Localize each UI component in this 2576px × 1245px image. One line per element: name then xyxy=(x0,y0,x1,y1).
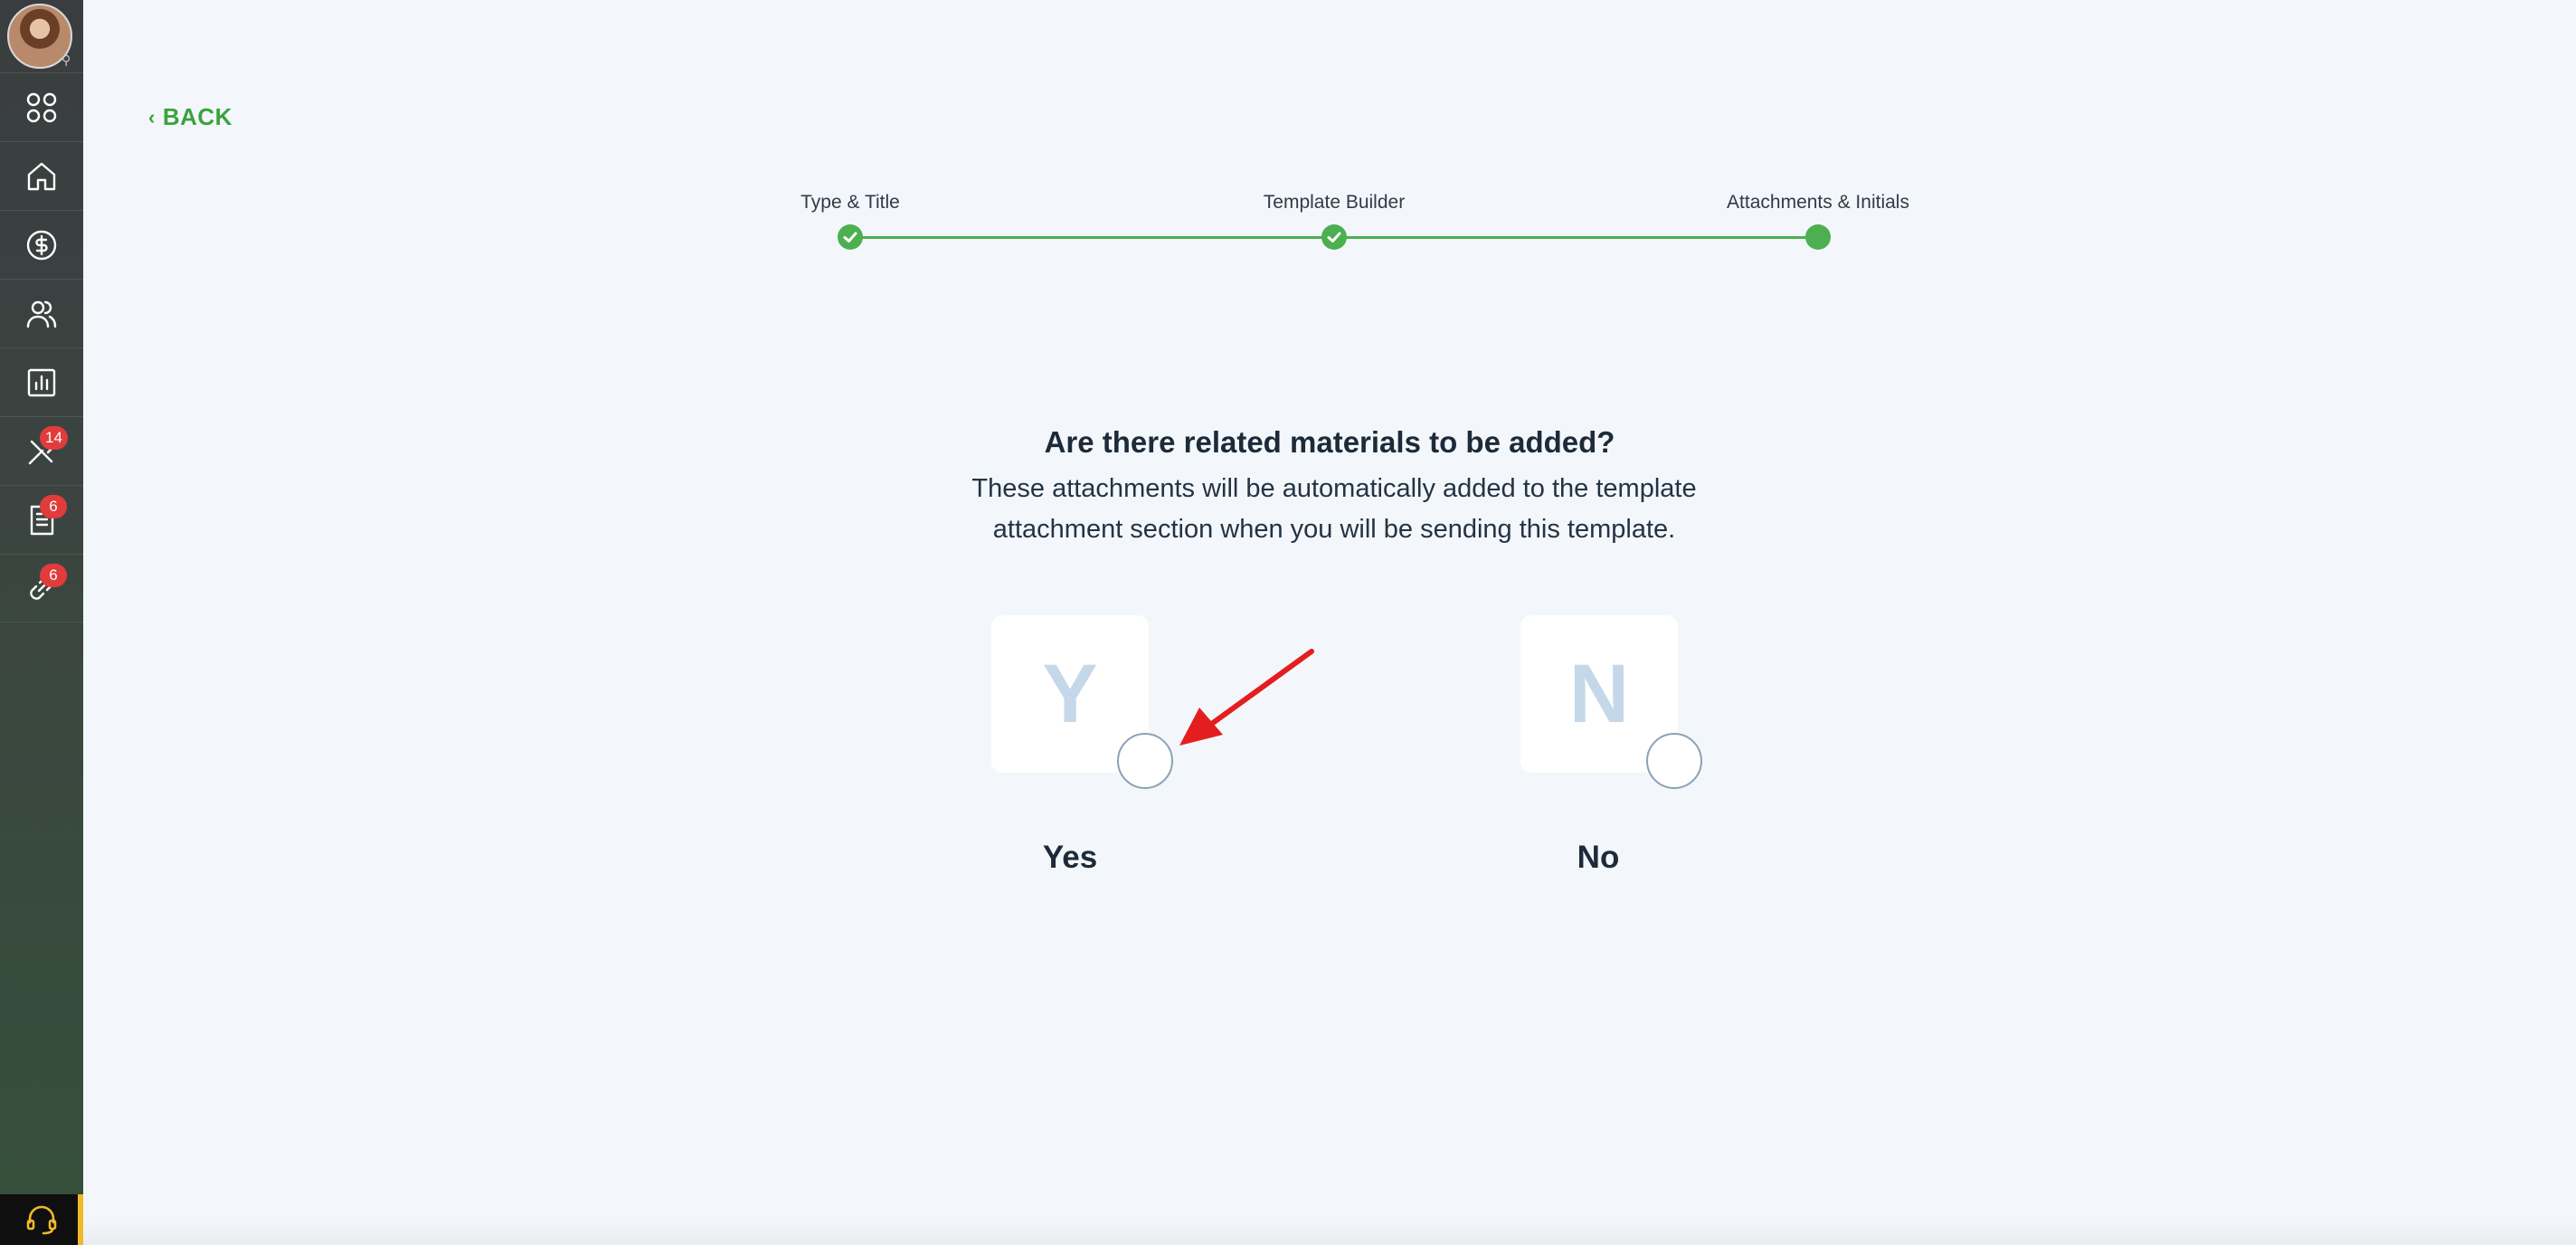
home-icon xyxy=(27,162,56,190)
step-label-attachments-initials: Attachments & Initials xyxy=(1727,192,1909,213)
sidebar-item-links[interactable]: 6 xyxy=(0,554,83,622)
step-label-type-title: Type & Title xyxy=(800,192,900,213)
back-label: BACK xyxy=(162,103,232,130)
bottom-shade xyxy=(83,1220,2576,1245)
sidebar-item-reports[interactable] xyxy=(0,347,83,416)
step-template-builder-complete[interactable] xyxy=(1321,224,1347,250)
pin-icon[interactable]: ⚲ xyxy=(62,52,76,67)
step-type-title-complete[interactable] xyxy=(838,224,863,250)
option-yes-label: Yes xyxy=(1042,840,1098,875)
sidebar-item-customers[interactable] xyxy=(0,279,83,347)
sidebar-item-documents[interactable]: 6 xyxy=(0,485,83,554)
option-no-letter: N xyxy=(1568,647,1630,740)
option-no-radio[interactable] xyxy=(1646,733,1702,789)
chevron-left-icon: ‹ xyxy=(148,105,156,128)
option-yes-letter: Y xyxy=(1042,647,1098,740)
tools-badge: 14 xyxy=(40,426,68,450)
sidebar-item-tools[interactable]: 14 xyxy=(0,416,83,485)
apps-icon xyxy=(26,92,57,122)
links-badge: 6 xyxy=(40,564,67,587)
reports-icon xyxy=(27,368,56,396)
user-avatar[interactable]: ⚲ xyxy=(7,4,72,69)
sidebar: ⚲ 14 6 6 xyxy=(0,0,83,1245)
check-icon xyxy=(1327,232,1341,242)
support-button[interactable] xyxy=(0,1194,83,1245)
question-subtitle: These attachments will be automatically … xyxy=(971,474,1697,544)
sidebar-item-apps[interactable] xyxy=(0,72,83,141)
sidebar-item-billing[interactable] xyxy=(0,210,83,279)
back-button[interactable]: ‹ BACK xyxy=(148,103,232,131)
headset-icon xyxy=(26,1205,57,1235)
dollar-icon xyxy=(26,230,57,260)
step-attachments-current[interactable] xyxy=(1805,224,1831,250)
sidebar-item-home[interactable] xyxy=(0,141,83,210)
annotation-arrow-icon xyxy=(1179,649,1314,746)
step-label-template-builder: Template Builder xyxy=(1263,192,1406,213)
documents-badge: 6 xyxy=(40,495,67,518)
users-icon xyxy=(26,300,57,328)
check-icon xyxy=(843,232,857,242)
option-no-label: No xyxy=(1577,840,1620,875)
question-title: Are there related materials to be added? xyxy=(1044,425,1615,459)
option-yes-radio[interactable] xyxy=(1117,733,1173,789)
